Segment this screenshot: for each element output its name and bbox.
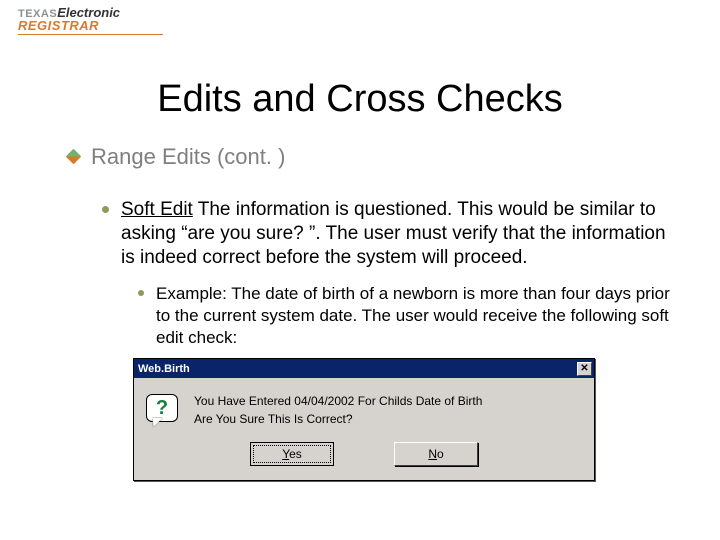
slide-content: Range Edits (cont. ) Soft Edit The infor… bbox=[68, 144, 680, 350]
level1-text: Range Edits (cont. ) bbox=[91, 144, 285, 170]
bullet-level2: Soft Edit The information is questioned.… bbox=[102, 198, 680, 269]
soft-edit-term: Soft Edit bbox=[121, 199, 193, 220]
yes-button[interactable]: Yes bbox=[250, 442, 334, 466]
close-icon: ✕ bbox=[580, 363, 588, 374]
question-icon: ? bbox=[146, 394, 180, 428]
level3-text: Example: The date of birth of a newborn … bbox=[156, 283, 680, 349]
dialog-button-row: Yes No bbox=[134, 436, 594, 480]
yes-rest: es bbox=[289, 447, 302, 461]
level2-text: Soft Edit The information is questioned.… bbox=[121, 198, 680, 269]
bullet-level3: Example: The date of birth of a newborn … bbox=[138, 283, 680, 349]
dot-bullet-icon bbox=[138, 290, 144, 296]
no-button[interactable]: No bbox=[394, 442, 478, 466]
diamond-bullet-icon bbox=[68, 151, 79, 162]
dialog-titlebar: Web.Birth ✕ bbox=[134, 359, 594, 378]
slide-title: Edits and Cross Checks bbox=[0, 78, 720, 121]
brand-logo: TEXASElectronic REGISTRAR bbox=[18, 6, 163, 35]
dialog-body: ? You Have Entered 04/04/2002 For Childs… bbox=[134, 378, 594, 436]
question-bubble-tail bbox=[150, 418, 163, 427]
bullet-level1: Range Edits (cont. ) bbox=[68, 144, 680, 170]
no-mnemonic: N bbox=[428, 447, 437, 461]
soft-edit-body: The information is questioned. This woul… bbox=[121, 199, 666, 268]
dot-bullet-icon bbox=[102, 206, 109, 213]
dialog-message-line2: Are You Sure This Is Correct? bbox=[194, 410, 482, 428]
dialog-message: You Have Entered 04/04/2002 For Childs D… bbox=[194, 392, 482, 428]
dialog-title: Web.Birth bbox=[138, 363, 190, 375]
logo-underline bbox=[18, 34, 163, 35]
close-button[interactable]: ✕ bbox=[577, 362, 592, 376]
soft-edit-dialog: Web.Birth ✕ ? You Have Entered 04/04/200… bbox=[133, 358, 595, 481]
no-rest: o bbox=[437, 447, 444, 461]
dialog-message-line1: You Have Entered 04/04/2002 For Childs D… bbox=[194, 392, 482, 410]
logo-registrar: REGISTRAR bbox=[18, 19, 163, 32]
